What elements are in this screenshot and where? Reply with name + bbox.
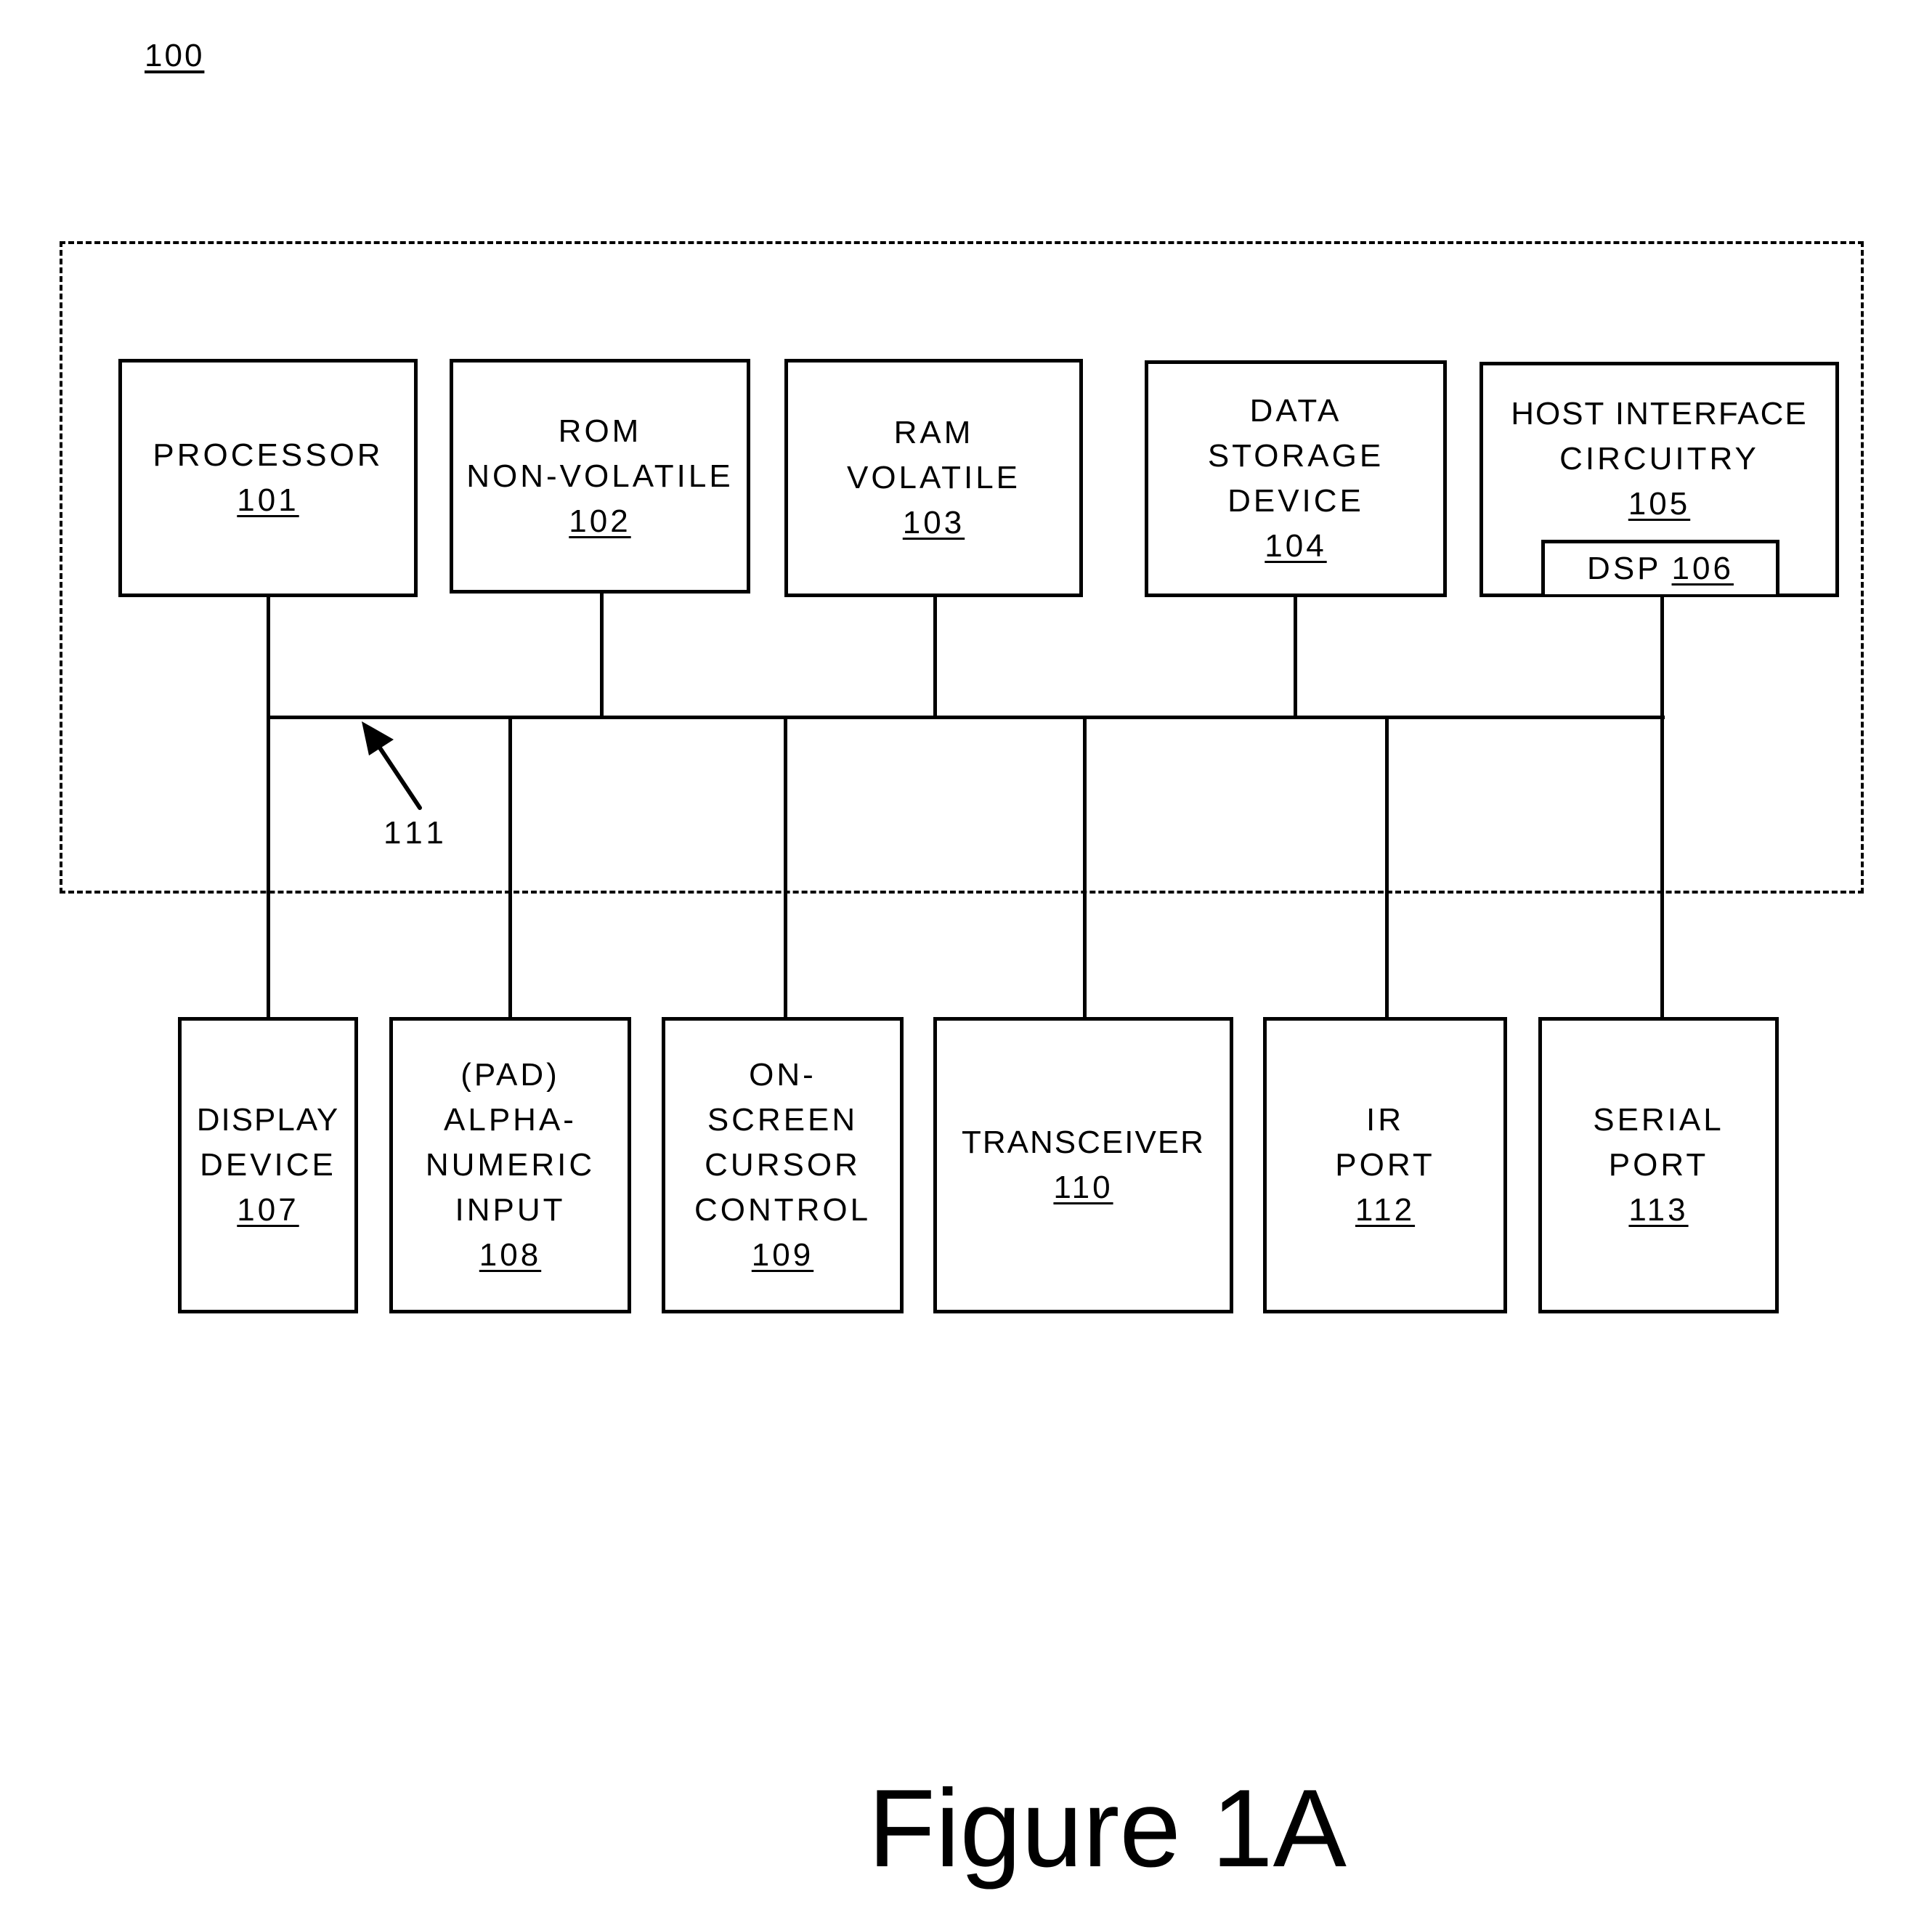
block-label: CIRCUITRY [1559, 441, 1759, 477]
dsp-reference: 106 [1671, 551, 1734, 586]
dsp-label: DSP [1587, 551, 1662, 586]
arrow-shaft [374, 740, 422, 810]
block-reference: 101 [237, 482, 299, 518]
block-transceiver: TRANSCEIVER 110 [933, 1017, 1233, 1313]
block-label: IR [1366, 1102, 1404, 1138]
bus-leader-arrow-icon [362, 721, 422, 810]
block-label: HOST INTERFACE [1511, 396, 1808, 432]
block-reference: 110 [1053, 1170, 1113, 1205]
block-reference: 103 [902, 505, 965, 540]
block-ram: RAM VOLATILE 103 [784, 359, 1083, 597]
block-reference: 108 [479, 1237, 542, 1273]
block-display-device: DISPLAY DEVICE 107 [178, 1017, 358, 1313]
block-label: VOLATILE [846, 460, 1021, 495]
block-alphanumeric-input: (PAD) ALPHA- NUMERIC INPUT 108 [389, 1017, 631, 1313]
block-label: ON- [749, 1057, 816, 1093]
block-label: ROM [558, 413, 642, 449]
block-label: (PAD) [460, 1057, 560, 1093]
block-processor: PROCESSOR 101 [118, 359, 418, 597]
block-reference: 113 [1628, 1192, 1689, 1228]
block-label: SERIAL [1593, 1102, 1724, 1138]
block-ir-port: IR PORT 112 [1263, 1017, 1507, 1313]
block-reference: 102 [569, 503, 631, 539]
block-label: PORT [1335, 1147, 1435, 1183]
block-label: RAM [893, 415, 974, 450]
block-label: DEVICE [1227, 483, 1364, 519]
block-reference: 107 [237, 1192, 299, 1228]
bus-reference-number: 111 [383, 815, 450, 851]
block-reference: 105 [1628, 486, 1691, 522]
block-label: DATA [1249, 393, 1342, 429]
block-label: STORAGE [1207, 438, 1384, 474]
block-label: PORT [1608, 1147, 1709, 1183]
arrow-head [362, 721, 394, 756]
block-label: NON-VOLATILE [466, 458, 734, 494]
block-rom: ROM NON-VOLATILE 102 [450, 359, 750, 594]
block-data-storage: DATA STORAGE DEVICE 104 [1145, 360, 1447, 597]
block-label: ALPHA- [444, 1102, 577, 1138]
block-label: TRANSCEIVER [962, 1125, 1205, 1160]
block-dsp: DSP 106 [1541, 540, 1779, 594]
block-reference: 112 [1355, 1192, 1416, 1228]
block-label: PROCESSOR [153, 437, 383, 473]
block-label: NUMERIC [425, 1147, 596, 1183]
block-label: DEVICE [200, 1147, 336, 1183]
block-label: CONTROL [694, 1192, 872, 1228]
block-label: SCREEN [707, 1102, 859, 1138]
block-reference: 104 [1265, 528, 1327, 564]
block-cursor-control: ON- SCREEN CURSOR CONTROL 109 [662, 1017, 904, 1313]
block-reference: 109 [751, 1237, 814, 1273]
figure-caption: Figure 1A [868, 1767, 1347, 1890]
block-label: DISPLAY [196, 1102, 340, 1138]
block-label: CURSOR [705, 1147, 861, 1183]
block-label: INPUT [455, 1192, 566, 1228]
block-serial-port: SERIAL PORT 113 [1538, 1017, 1779, 1313]
